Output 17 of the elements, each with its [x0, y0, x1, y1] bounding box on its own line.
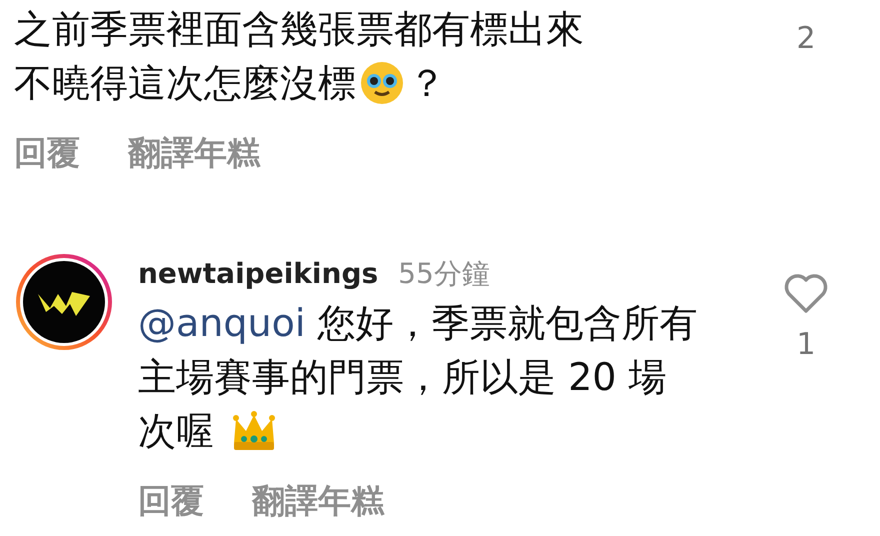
comment-text: 主場賽事的門票，所以是 20 場: [138, 354, 667, 400]
translate-link[interactable]: 翻譯年糕: [252, 476, 384, 525]
username[interactable]: newtaipeikings: [138, 252, 378, 296]
pleading-face-icon: [360, 61, 404, 105]
like-count: 1: [796, 326, 816, 364]
mention-link[interactable]: @anquoi: [138, 296, 306, 350]
comment-text: 之前季票裡面含幾張票都有標出來: [14, 6, 584, 53]
comment-text: ？: [408, 60, 446, 107]
comment-text: 您好，季票就包含所有: [316, 300, 698, 346]
heart-icon[interactable]: [783, 272, 829, 314]
timestamp: 55分鐘: [398, 256, 490, 292]
translate-link[interactable]: 翻譯年糕: [128, 128, 260, 178]
comment-text: 不曉得這次怎麼沒標: [14, 60, 356, 107]
comment-text: 次喔: [138, 408, 215, 454]
like-count: 2: [796, 20, 816, 58]
reply-link[interactable]: 回覆: [138, 476, 204, 525]
reply-link[interactable]: 回覆: [14, 128, 80, 178]
